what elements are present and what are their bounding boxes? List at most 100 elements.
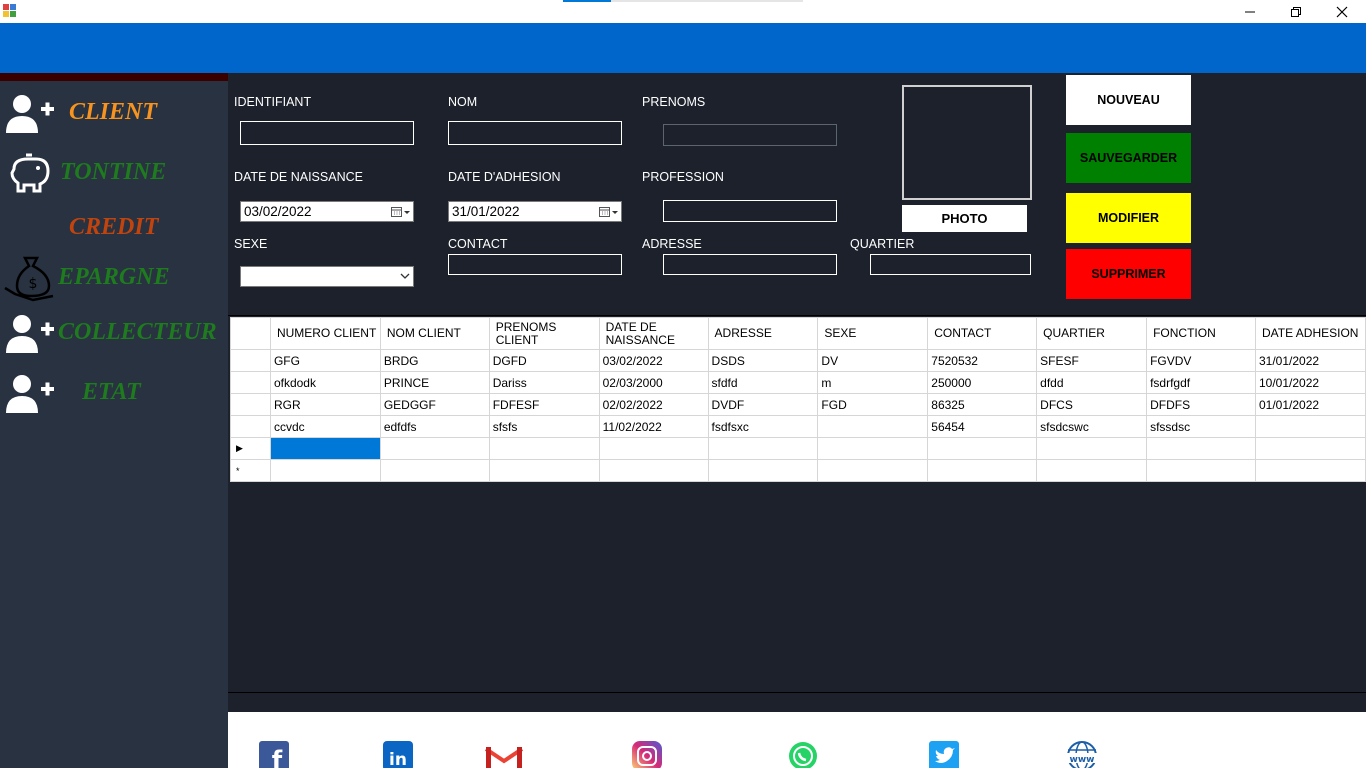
table-cell[interactable]: 7520532 — [927, 349, 1038, 372]
row-header[interactable] — [230, 349, 271, 372]
table-cell[interactable]: 01/01/2022 — [1254, 393, 1366, 416]
sidebar-item-tontine[interactable]: TONTINE — [0, 149, 228, 197]
table-cell[interactable]: sfsdcswc — [1036, 415, 1148, 438]
sidebar-item-client[interactable]: CLIENT — [0, 89, 228, 137]
table-cell[interactable]: 10/01/2022 — [1254, 371, 1366, 394]
table-cell[interactable]: DSDS — [707, 349, 819, 372]
column-header[interactable]: NOM CLIENT — [379, 317, 490, 350]
table-cell[interactable]: BRDG — [379, 349, 490, 372]
nom-input[interactable] — [448, 121, 622, 145]
table-cell[interactable]: 250000 — [927, 371, 1038, 394]
table-cell[interactable]: sfsfs — [488, 415, 600, 438]
row-header[interactable] — [230, 393, 271, 416]
table-cell[interactable] — [817, 437, 929, 460]
sidebar-item-credit[interactable]: CREDIT — [0, 204, 228, 252]
table-cell[interactable]: GEDGGF — [379, 393, 490, 416]
table-cell[interactable]: 31/01/2022 — [1254, 349, 1366, 372]
column-header[interactable]: DATE ADHESION — [1254, 317, 1366, 350]
minimize-button[interactable] — [1227, 0, 1273, 23]
restore-button[interactable] — [1273, 0, 1319, 23]
table-cell[interactable] — [488, 437, 600, 460]
table-cell[interactable] — [269, 437, 381, 460]
table-cell[interactable]: DFDFS — [1146, 393, 1256, 416]
table-cell[interactable]: 56454 — [927, 415, 1038, 438]
table-cell[interactable] — [379, 459, 490, 482]
sidebar-item-etat[interactable]: ETAT — [0, 369, 228, 417]
modifier-button[interactable]: MODIFIER — [1066, 193, 1191, 243]
website-icon[interactable]: www — [1064, 741, 1100, 768]
table-cell[interactable] — [598, 437, 709, 460]
table-row[interactable]: ccvdc edfdfs sfsfs 11/02/2022 fsdfsxc 56454 sf… — [230, 415, 1366, 438]
table-cell[interactable]: RGR — [269, 393, 381, 416]
quartier-input[interactable] — [870, 254, 1031, 275]
prenoms-input[interactable] — [663, 124, 837, 146]
column-header[interactable]: NUMERO CLIENT — [269, 317, 381, 350]
profession-input[interactable] — [663, 200, 837, 222]
table-cell[interactable] — [1036, 437, 1148, 460]
current-edit-row[interactable]: ▶ — [230, 437, 1366, 460]
table-cell[interactable]: DFCS — [1036, 393, 1148, 416]
supprimer-button[interactable]: SUPPRIMER — [1066, 249, 1191, 299]
close-button[interactable] — [1319, 0, 1365, 23]
table-cell[interactable]: fsdfsxc — [707, 415, 819, 438]
identifiant-input[interactable] — [240, 121, 414, 145]
table-cell[interactable]: DVDF — [707, 393, 819, 416]
row-header[interactable] — [230, 415, 271, 438]
table-cell[interactable]: 03/02/2022 — [598, 349, 709, 372]
sidebar-item-epargne[interactable]: $ EPARGNE — [0, 254, 228, 302]
table-cell[interactable]: FGD — [817, 393, 929, 416]
client-table[interactable]: NUMERO CLIENT NOM CLIENT PRENOMS CLIENT DAT… — [230, 317, 1366, 482]
table-cell[interactable]: 02/03/2000 — [598, 371, 709, 394]
contact-input[interactable] — [448, 254, 622, 275]
column-header[interactable]: CONTACT — [927, 317, 1038, 350]
table-row[interactable]: GFG BRDG DGFD 03/02/2022 DSDS DV 7520532 SFESF F… — [230, 349, 1366, 372]
table-cell[interactable]: ccvdc — [269, 415, 381, 438]
table-row[interactable]: ofkdodk PRINCE Dariss 02/03/2000 sfdfd m 25000… — [230, 371, 1366, 394]
nouveau-button[interactable]: NOUVEAU — [1066, 75, 1191, 125]
table-cell[interactable]: sfssdsc — [1146, 415, 1256, 438]
row-header[interactable] — [230, 371, 271, 394]
table-cell[interactable]: ofkdodk — [269, 371, 381, 394]
twitter-icon[interactable] — [929, 741, 959, 768]
column-header[interactable]: QUARTIER — [1036, 317, 1148, 350]
table-cell[interactable]: DGFD — [488, 349, 600, 372]
table-cell[interactable]: sfdfd — [707, 371, 819, 394]
table-cell[interactable] — [817, 459, 929, 482]
table-cell[interactable]: 02/02/2022 — [598, 393, 709, 416]
sauvegarder-button[interactable]: SAUVEGARDER — [1066, 133, 1191, 183]
table-cell[interactable]: FDFESF — [488, 393, 600, 416]
table-cell[interactable] — [598, 459, 709, 482]
table-cell[interactable]: 86325 — [927, 393, 1038, 416]
table-cell[interactable] — [1146, 437, 1256, 460]
table-cell[interactable]: Dariss — [488, 371, 600, 394]
table-cell[interactable] — [927, 437, 1038, 460]
column-header[interactable]: ADRESSE — [707, 317, 819, 350]
table-cell[interactable]: m — [817, 371, 929, 394]
table-cell[interactable] — [379, 437, 490, 460]
new-row-marker[interactable]: * — [230, 459, 271, 482]
table-cell[interactable]: SFESF — [1036, 349, 1148, 372]
new-row[interactable]: * — [230, 459, 1366, 482]
table-cell[interactable] — [817, 415, 929, 438]
whatsapp-icon[interactable] — [788, 741, 818, 768]
table-cell[interactable]: FGVDV — [1146, 349, 1256, 372]
column-header[interactable]: DATE DE NAISSANCE — [598, 317, 709, 350]
column-header[interactable]: FONCTION — [1146, 317, 1256, 350]
date-adhesion-picker[interactable]: 31/01/2022 — [448, 201, 622, 222]
table-cell[interactable]: edfdfs — [379, 415, 490, 438]
table-cell[interactable] — [269, 459, 381, 482]
sidebar-item-collecteur[interactable]: COLLECTEUR — [0, 309, 228, 357]
facebook-icon[interactable]: f — [259, 741, 289, 768]
table-cell[interactable] — [1036, 459, 1148, 482]
table-cell[interactable]: PRINCE — [379, 371, 490, 394]
sexe-select[interactable] — [240, 266, 414, 287]
table-cell[interactable]: 11/02/2022 — [598, 415, 709, 438]
table-row[interactable]: RGR GEDGGF FDFESF 02/02/2022 DVDF FGD 86325 DFC… — [230, 393, 1366, 416]
table-cell[interactable]: fsdrfgdf — [1146, 371, 1256, 394]
column-header[interactable]: SEXE — [817, 317, 929, 350]
table-cell[interactable]: dfdd — [1036, 371, 1148, 394]
current-row-marker[interactable]: ▶ — [230, 437, 271, 460]
table-cell[interactable] — [488, 459, 600, 482]
table-cell[interactable] — [1254, 459, 1366, 482]
photo-button[interactable]: PHOTO — [902, 205, 1027, 232]
